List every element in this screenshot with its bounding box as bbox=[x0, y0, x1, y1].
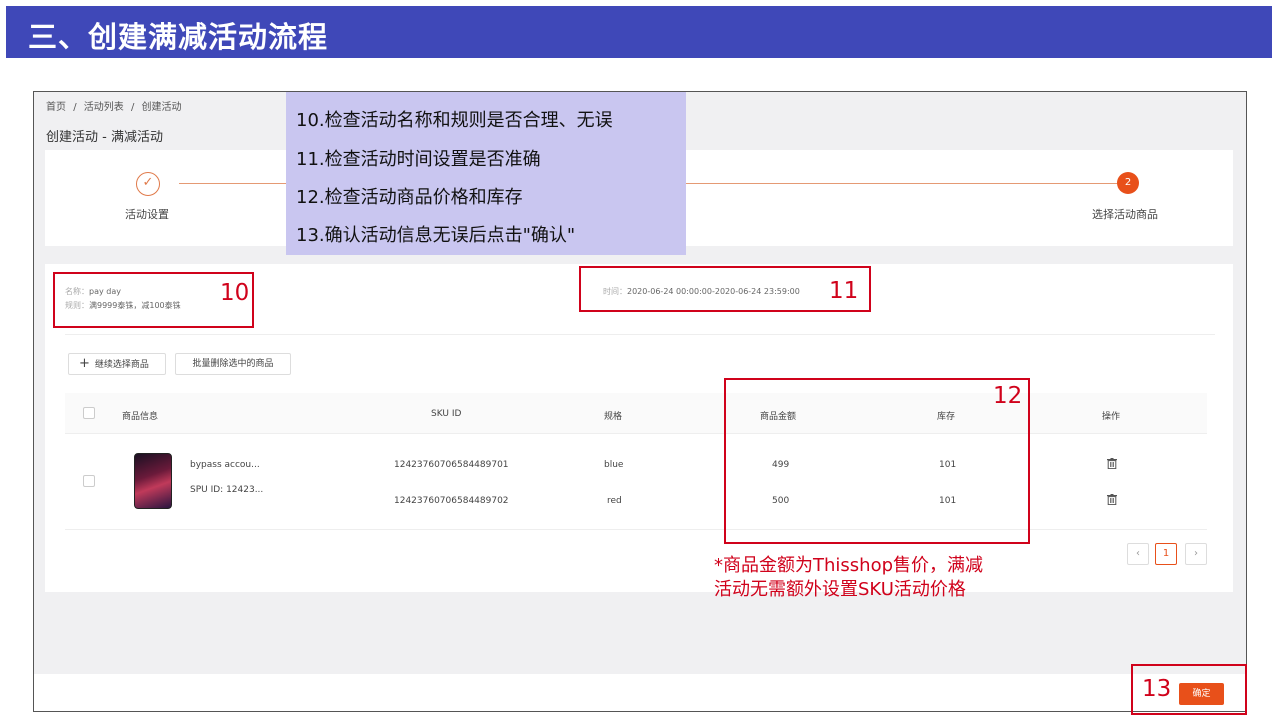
table-header: 商品信息 SKU ID 规格 商品金额 库存 操作 bbox=[65, 393, 1207, 433]
row-checkbox[interactable] bbox=[83, 475, 95, 487]
add-products-button[interactable]: + 继续选择商品 bbox=[68, 353, 166, 375]
header-spec: 规格 bbox=[604, 412, 623, 422]
header-sku-id: SKU ID bbox=[431, 409, 462, 419]
pagination-page[interactable]: 1 bbox=[1155, 543, 1177, 565]
check-icon: ✓ bbox=[136, 172, 160, 196]
step-number-badge: 2 bbox=[1117, 172, 1139, 194]
price-note: *商品金额为Thisshop售价，满减 活动无需额外设置SKU活动价格 bbox=[714, 554, 983, 602]
add-products-label: 继续选择商品 bbox=[94, 360, 149, 370]
header-product-info: 商品信息 bbox=[122, 412, 159, 422]
callout-number-13: 13 bbox=[1142, 676, 1172, 702]
breadcrumb-activity-list[interactable]: 活动列表 bbox=[84, 102, 124, 113]
callout-number-10: 10 bbox=[220, 280, 250, 306]
breadcrumb-home[interactable]: 首页 bbox=[46, 102, 66, 113]
price-note-line: *商品金额为Thisshop售价，满减 bbox=[714, 555, 984, 576]
divider bbox=[65, 334, 1215, 335]
callout-box-12 bbox=[724, 378, 1030, 544]
sku-id-cell: 12423760706584489702 bbox=[394, 496, 509, 506]
row-divider bbox=[65, 529, 1207, 530]
instruction-line: 12.检查活动商品价格和库存 bbox=[296, 187, 523, 208]
spec-cell: red bbox=[607, 496, 622, 506]
batch-delete-button[interactable]: 批量删除选中的商品 bbox=[175, 353, 291, 375]
price-note-line: 活动无需额外设置SKU活动价格 bbox=[714, 579, 966, 600]
trash-icon[interactable] bbox=[1107, 494, 1117, 505]
slide-title: 三、创建满减活动流程 bbox=[28, 20, 329, 54]
confirm-button[interactable]: 确定 bbox=[1179, 683, 1224, 705]
page-title: 创建活动 - 满减活动 bbox=[46, 130, 163, 145]
instruction-line: 10.检查活动名称和规则是否合理、无误 bbox=[296, 110, 613, 131]
step-label-select-products: 选择活动商品 bbox=[1092, 208, 1158, 221]
header-actions: 操作 bbox=[1102, 412, 1121, 422]
trash-icon[interactable] bbox=[1107, 458, 1117, 469]
slide: 三、创建满减活动流程 首页 / 活动列表 / 创建活动 创建活动 - 满减活动 … bbox=[0, 0, 1280, 720]
breadcrumb-separator: / bbox=[73, 102, 77, 113]
instruction-line: 13.确认活动信息无误后点击"确认" bbox=[296, 225, 576, 246]
pagination-prev[interactable]: ‹ bbox=[1127, 543, 1149, 565]
plus-icon: + bbox=[79, 356, 90, 371]
product-name: bypass accou... bbox=[190, 460, 260, 470]
product-spu: SPU ID: 12423... bbox=[190, 485, 264, 495]
callout-number-11: 11 bbox=[829, 278, 859, 304]
breadcrumb-separator: / bbox=[130, 102, 135, 113]
select-all-checkbox[interactable] bbox=[83, 407, 95, 419]
pagination-next[interactable]: › bbox=[1185, 543, 1207, 565]
instructions-box: 10.检查活动名称和规则是否合理、无误 11.检查活动时间设置是否准确 12.检… bbox=[286, 92, 686, 255]
footer-bar bbox=[34, 674, 1246, 711]
callout-box-11 bbox=[579, 266, 871, 312]
product-image bbox=[134, 453, 172, 509]
step-label-settings: 活动设置 bbox=[125, 208, 169, 221]
breadcrumb-create-activity: 创建活动 bbox=[141, 102, 182, 113]
spec-cell: blue bbox=[604, 460, 624, 470]
sku-id-cell: 1242376070658448970​1 bbox=[394, 460, 509, 470]
breadcrumb: 首页 / 活动列表 / 创建活动 bbox=[46, 98, 186, 113]
callout-number-12: 12 bbox=[993, 383, 1023, 409]
row-divider bbox=[65, 433, 1207, 434]
instruction-line: 11.检查活动时间设置是否准确 bbox=[296, 149, 541, 170]
slide-title-bar: 三、创建满减活动流程 bbox=[6, 6, 1272, 58]
